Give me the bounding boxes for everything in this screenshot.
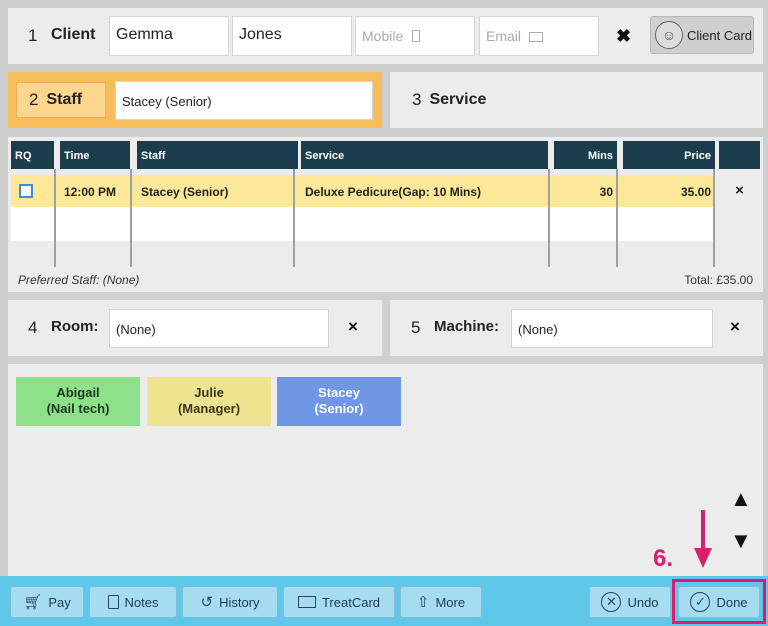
- history-icon: ↺: [200, 594, 214, 611]
- machine-section-number: 5: [411, 318, 421, 337]
- staff-option-abigail[interactable]: Abigail (Nail tech): [16, 377, 140, 426]
- clear-client-button[interactable]: ✖: [616, 26, 631, 47]
- envelope-icon: [528, 32, 543, 42]
- treatcard-button[interactable]: TreatCard: [283, 586, 395, 618]
- more-button[interactable]: ⇧ More: [400, 586, 482, 618]
- service-section-number: 3: [412, 90, 422, 109]
- clear-room-button[interactable]: ×: [348, 317, 358, 337]
- done-highlight-box: [672, 579, 766, 624]
- preferred-staff-text: Preferred Staff: (None): [18, 273, 140, 287]
- step-number-annotation: 6.: [653, 545, 674, 572]
- clipboard-icon: [107, 595, 119, 609]
- room-section-label: Room:: [51, 318, 99, 335]
- client-card-label: Client Card: [687, 27, 753, 43]
- phone-icon: [412, 30, 421, 42]
- staff-section-number: 2: [29, 90, 39, 109]
- staff-option-stacey[interactable]: Stacey (Senior): [277, 377, 401, 426]
- column-header-time: Time: [60, 141, 130, 169]
- column-divider: [293, 169, 295, 267]
- bottom-toolbar: 🛒︎ Pay Notes ↺ History TreatCard ⇧ More …: [0, 576, 768, 626]
- staff-section-label: Staff: [46, 91, 83, 108]
- column-header-mins: Mins: [554, 141, 617, 169]
- service-tab[interactable]: 3 Service: [390, 72, 763, 128]
- appointment-table: RQ Time Staff Service Mins Price 12:00 P…: [8, 137, 763, 292]
- empty-table-row[interactable]: [11, 207, 715, 241]
- total-price: Total: £35.00: [684, 273, 753, 287]
- more-label: More: [435, 594, 466, 610]
- staff-option-name: Julie: [194, 385, 224, 400]
- treatcard-label: TreatCard: [321, 594, 381, 610]
- arrow-up-icon: ⇧: [416, 594, 430, 611]
- staff-option-name: Stacey: [318, 385, 360, 400]
- machine-section-label: Machine:: [434, 318, 500, 335]
- annotation-arrow-icon: [694, 510, 712, 568]
- history-button[interactable]: ↺ History: [182, 586, 278, 618]
- history-label: History: [219, 594, 260, 610]
- service-section-label: Service: [429, 91, 487, 108]
- staff-option-role: (Manager): [177, 401, 241, 416]
- column-header-service: Service: [301, 141, 548, 169]
- client-email-field[interactable]: Email: [479, 16, 599, 56]
- staff-option-julie[interactable]: Julie (Manager): [147, 377, 271, 426]
- undo-button[interactable]: ✕ Undo: [589, 586, 671, 618]
- scroll-down-arrow-icon[interactable]: ▼: [730, 528, 752, 554]
- client-face-icon: ☺: [655, 21, 683, 49]
- pay-button[interactable]: 🛒︎ Pay: [10, 586, 84, 618]
- column-divider: [548, 169, 550, 267]
- treatcard-icon: [297, 596, 316, 608]
- column-divider: [130, 169, 132, 267]
- row-service: Deluxe Pedicure(Gap: 10 Mins): [305, 185, 482, 199]
- client-mobile-field[interactable]: Mobile: [355, 16, 475, 56]
- column-divider: [616, 169, 618, 267]
- staff-option-name: Abigail: [56, 385, 100, 400]
- row-staff: Stacey (Senior): [141, 185, 229, 199]
- column-header-rq: RQ: [11, 141, 54, 169]
- column-header-staff: Staff: [137, 141, 298, 169]
- room-section: 4 Room: (None) ×: [8, 300, 382, 356]
- client-last-name-field[interactable]: Jones: [232, 16, 352, 56]
- column-divider: [54, 169, 56, 267]
- pay-label: Pay: [48, 594, 71, 610]
- mobile-placeholder: Mobile: [362, 28, 404, 44]
- notes-button[interactable]: Notes: [89, 586, 177, 618]
- machine-field[interactable]: (None): [511, 309, 713, 348]
- machine-section: 5 Machine: (None) ×: [390, 300, 763, 356]
- client-first-name-field[interactable]: Gemma: [109, 16, 229, 56]
- client-section: 1 Client Gemma Jones Mobile Email ✖ ☺ Cl…: [8, 8, 763, 64]
- staff-tab[interactable]: 2 Staff: [16, 82, 106, 118]
- room-section-number: 4: [28, 318, 38, 337]
- column-divider: [713, 169, 715, 267]
- staff-option-role: (Senior): [314, 401, 364, 416]
- staff-field[interactable]: Stacey (Senior): [115, 81, 373, 120]
- client-section-label: Client: [51, 26, 96, 43]
- scroll-up-arrow-icon[interactable]: ▲: [730, 486, 752, 512]
- room-field[interactable]: (None): [109, 309, 329, 348]
- staff-selector-panel: Abigail (Nail tech) Julie (Manager) Stac…: [8, 364, 763, 576]
- client-card-button[interactable]: ☺ Client Card: [650, 16, 754, 54]
- staff-option-role: (Nail tech): [46, 401, 110, 416]
- clear-machine-button[interactable]: ×: [730, 317, 740, 337]
- staff-section: 2 Staff Stacey (Senior): [8, 72, 382, 128]
- client-section-number: 1: [28, 26, 38, 45]
- row-price: 35.00: [680, 185, 711, 199]
- request-checkbox[interactable]: [19, 184, 33, 198]
- cart-icon: 🛒︎: [23, 594, 43, 611]
- row-time: 12:00 PM: [64, 185, 117, 199]
- cancel-circle-icon: ✕: [601, 592, 622, 612]
- column-header-remove: [719, 141, 760, 169]
- column-header-price: Price: [623, 141, 715, 169]
- email-placeholder: Email: [486, 28, 522, 44]
- remove-row-button[interactable]: ×: [719, 175, 760, 207]
- notes-label: Notes: [124, 594, 159, 610]
- undo-label: Undo: [627, 594, 659, 610]
- row-mins: 30: [599, 185, 613, 199]
